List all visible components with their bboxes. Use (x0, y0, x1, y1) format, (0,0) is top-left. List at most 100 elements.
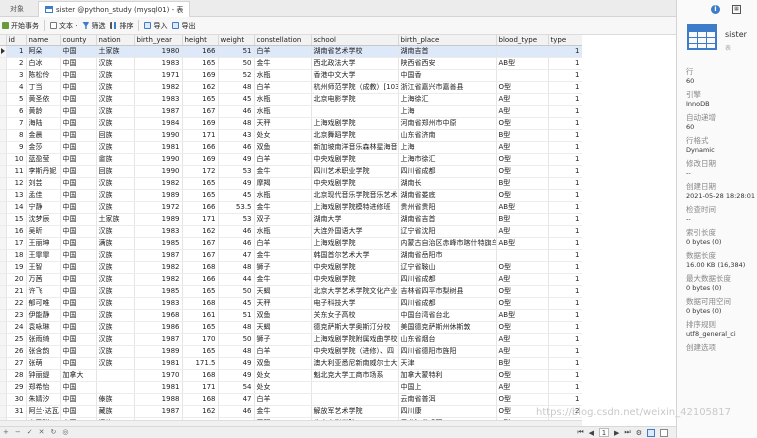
cell-type[interactable]: 1 (548, 141, 582, 154)
table-row[interactable]: 14 宁静 中国 汉族 1972 166 53.5 金牛 上海戏剧学院模特进修班 贵州省贵阳 AB型… (0, 201, 582, 214)
cell-height[interactable]: 166 (182, 273, 219, 286)
cell-school[interactable]: 上海戏剧学院 (311, 117, 399, 130)
cell-id[interactable]: 21 (6, 285, 27, 298)
cell-id[interactable]: 17 (6, 237, 27, 250)
cell-weight[interactable]: 49 (218, 357, 255, 370)
cell-school[interactable] (311, 393, 399, 406)
cell-county[interactable]: 中国 (60, 201, 97, 214)
cell-weight[interactable]: 48 (218, 345, 255, 358)
cell-birth-year[interactable]: 1985 (134, 285, 183, 298)
export-button[interactable]: 导出 (172, 21, 195, 31)
cell-blood-type[interactable]: A型 (496, 225, 549, 238)
cell-height[interactable]: 165 (182, 285, 219, 298)
cell-weight[interactable]: 51 (218, 309, 255, 322)
cell-blood-type[interactable]: O型 (496, 117, 549, 130)
cell-birth-year[interactable]: 1989 (134, 189, 183, 202)
cell-birth-year[interactable]: 1987 (134, 405, 183, 418)
cell-name[interactable]: 阿朵 (26, 45, 61, 58)
cell-type[interactable]: 1 (548, 69, 582, 82)
table-row[interactable]: 12 刘芸 中国 汉族 1982 165 49 摩羯 中央戏剧学院 湖南长 B型 1 (0, 177, 582, 190)
cell-name[interactable]: 李斯丹妮 (26, 165, 61, 178)
cell-weight[interactable]: 48 (218, 261, 255, 274)
add-record-icon[interactable]: + (3, 428, 9, 436)
apply-icon[interactable]: ✓ (27, 428, 33, 436)
cell-blood-type[interactable]: A型 (496, 333, 549, 346)
table-row[interactable]: 28 钟丽缇 加拿大 1970 168 49 处女 魁北克大学工商市场系 加拿大蒙特利 O型 1 (0, 369, 582, 382)
cell-birth-year[interactable]: 1968 (134, 309, 183, 322)
cell-school[interactable]: 四川艺术职业学院 (311, 165, 399, 178)
column-header-height[interactable]: height (182, 35, 219, 46)
cell-nation[interactable]: 汉族 (96, 141, 135, 154)
cell-id[interactable]: 4 (6, 81, 27, 94)
import-button[interactable]: 导入 (144, 21, 167, 31)
cell-nation[interactable]: 汉族 (96, 357, 135, 370)
cell-weight[interactable]: 48 (218, 321, 255, 334)
cell-name[interactable]: 海陆 (26, 117, 61, 130)
cell-type[interactable]: 1 (548, 81, 582, 94)
cell-name[interactable]: 张雨绮 (26, 333, 61, 346)
cell-school[interactable]: 北京舞蹈学院 (311, 129, 399, 142)
cell-county[interactable]: 中国 (60, 273, 97, 286)
grid-view-icon[interactable] (647, 428, 655, 437)
cell-constellation[interactable]: 摩羯 (254, 177, 312, 190)
cell-constellation[interactable]: 水瓶 (254, 105, 312, 118)
cell-birth-year[interactable]: 1981 (134, 381, 183, 394)
cell-type[interactable]: 1 (548, 321, 582, 334)
cell-id[interactable]: 10 (6, 153, 27, 166)
cell-school[interactable]: 大连外国语大学 (311, 225, 399, 238)
table-row[interactable]: 2 白冰 中国 汉族 1983 165 50 金牛 西北政法大学 陕西省西安 AB型 1 (0, 57, 582, 70)
cell-birth-place[interactable]: 上海 (398, 105, 497, 118)
cell-nation[interactable]: 汉族 (96, 249, 135, 262)
cell-constellation[interactable]: 水瓶 (254, 225, 312, 238)
cell-id[interactable]: 11 (6, 165, 27, 178)
cell-constellation[interactable]: 处女 (254, 381, 312, 394)
table-row[interactable]: 7 海陆 中国 汉族 1984 169 48 天秤 上海戏剧学院 河南省郑州市中原 O型 1 (0, 117, 582, 130)
cell-county[interactable]: 中国 (60, 129, 97, 142)
cell-name[interactable]: 万茜 (26, 273, 61, 286)
cell-name[interactable]: 蓝盈莹 (26, 153, 61, 166)
cell-birth-place[interactable]: 上海徐汇 (398, 93, 497, 106)
cell-weight[interactable]: 47 (218, 393, 255, 406)
cell-nation[interactable]: 汉族 (96, 57, 135, 70)
cell-county[interactable]: 中国 (60, 357, 97, 370)
cell-constellation[interactable]: 处女 (254, 129, 312, 142)
cell-constellation[interactable]: 金牛 (254, 201, 312, 214)
cell-constellation[interactable]: 处女 (254, 369, 312, 382)
cell-height[interactable]: 169 (182, 153, 219, 166)
cell-nation[interactable]: 汉族 (96, 105, 135, 118)
cell-height[interactable]: 171 (182, 129, 219, 142)
cell-constellation[interactable]: 双子 (254, 213, 312, 226)
table-row[interactable]: 31 阿兰·达瓦 中国 藏族 1987 162 46 金牛 解放军艺术学院 四川康 O型 2 (0, 405, 582, 418)
cell-id[interactable]: 23 (6, 309, 27, 322)
cell-weight[interactable]: 49 (218, 153, 255, 166)
cell-blood-type[interactable]: A型 (496, 273, 549, 286)
cell-constellation[interactable]: 双鱼 (254, 309, 312, 322)
cell-blood-type[interactable]: AB型 (496, 237, 549, 250)
cell-school[interactable]: 西北政法大学 (311, 57, 399, 70)
cell-id[interactable]: 2 (6, 57, 27, 70)
cell-weight[interactable]: 48 (218, 81, 255, 94)
cell-weight[interactable]: 46 (218, 225, 255, 238)
cell-id[interactable]: 9 (6, 141, 27, 154)
cell-constellation[interactable]: 金牛 (254, 165, 312, 178)
table-row[interactable]: 5 黄圣依 中国 汉族 1983 165 45 水瓶 北京电影学院 上海徐汇 A型 1 (0, 93, 582, 106)
cell-height[interactable]: 171 (182, 213, 219, 226)
cell-height[interactable]: 165 (182, 57, 219, 70)
cell-county[interactable]: 中国 (60, 393, 97, 406)
cell-county[interactable]: 中国 (60, 249, 97, 262)
cell-height[interactable]: 169 (182, 117, 219, 130)
table-row[interactable]: 22 郁可唯 中国 汉族 1983 168 45 天秤 电子科技大学 四川省成都 O型 1 (0, 297, 582, 310)
column-header-id[interactable]: id (6, 35, 27, 46)
cell-weight[interactable]: 52 (218, 69, 255, 82)
table-row[interactable]: 1 阿朵 中国 土家族 1980 166 51 白羊 湖南省艺术学校 湖南吉首 1 (0, 45, 582, 58)
cell-height[interactable]: 171.5 (182, 357, 219, 370)
cell-type[interactable]: 1 (548, 57, 582, 70)
cell-birth-year[interactable]: 1970 (134, 369, 183, 382)
cell-nation[interactable]: 汉族 (96, 117, 135, 130)
cell-height[interactable]: 167 (182, 105, 219, 118)
table-row[interactable]: 27 张萌 中国 汉族 1981 171.5 49 双鱼 澳大利亚悉尼新南威尔士大 天津 B型 1 (0, 357, 582, 370)
cell-county[interactable]: 中国 (60, 117, 97, 130)
cell-birth-year[interactable]: 1987 (134, 249, 183, 262)
cell-birth-place[interactable]: 湖南吉首 (398, 45, 497, 58)
cell-school[interactable]: 德克萨斯大学奥斯汀分校 (311, 321, 399, 334)
